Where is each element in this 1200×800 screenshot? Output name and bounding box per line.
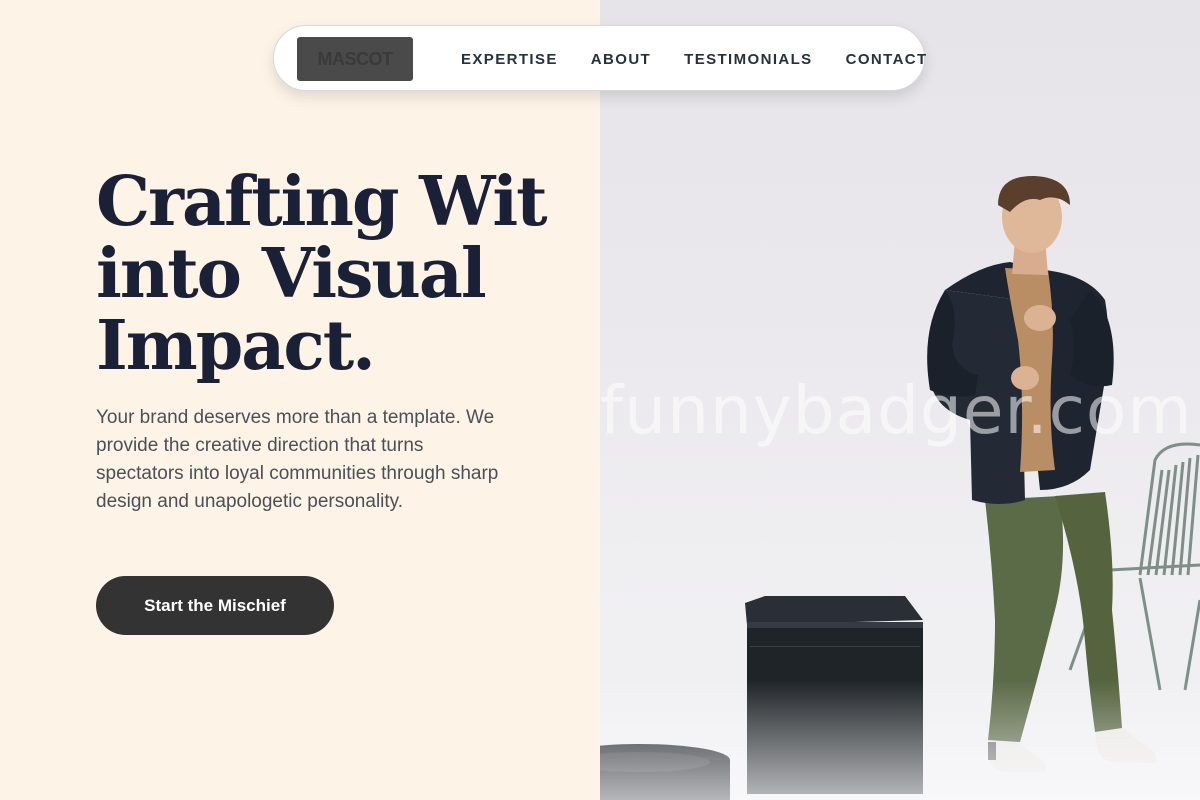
nav-link-testimonials[interactable]: TESTIMONIALS <box>684 51 812 68</box>
hero-title-line: into Visual <box>96 234 487 314</box>
hero-description: Your brand deserves more than a template… <box>96 407 499 512</box>
watermark-text: funnybadger.com <box>600 372 1193 449</box>
brand-logo[interactable]: MASCOT <box>297 37 413 81</box>
hero-left-panel: Crafting Wit into Visual Impact. Your br… <box>0 0 600 800</box>
hero-photo: funnybadger.com <box>600 0 1200 800</box>
hero-title-line: Impact. <box>96 306 376 386</box>
nav-link-contact[interactable]: CONTACT <box>846 51 928 68</box>
nav-link-about[interactable]: ABOUT <box>591 51 651 68</box>
hero-title: Crafting Wit into Visual Impact. <box>96 166 566 382</box>
nav-link-expertise[interactable]: EXPERTISE <box>461 51 558 68</box>
studio-floor <box>600 680 1200 800</box>
top-navbar: MASCOT EXPERTISE ABOUT TESTIMONIALS CONT… <box>273 25 928 92</box>
hero-title-line: Crafting Wit <box>96 162 548 242</box>
nav-links: EXPERTISE ABOUT TESTIMONIALS CONTACT <box>461 26 928 92</box>
start-mischief-button[interactable]: Start the Mischief <box>96 576 334 635</box>
